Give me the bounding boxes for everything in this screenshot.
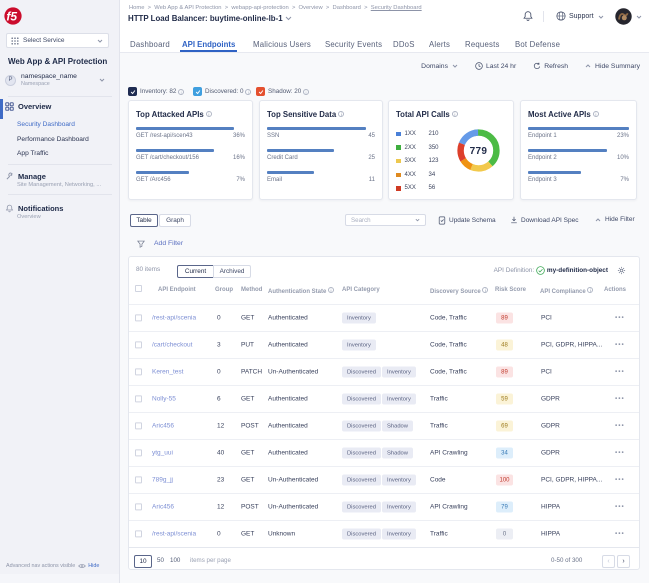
svg-text:779: 779 — [470, 146, 488, 157]
svg-text:f5: f5 — [6, 9, 17, 23]
